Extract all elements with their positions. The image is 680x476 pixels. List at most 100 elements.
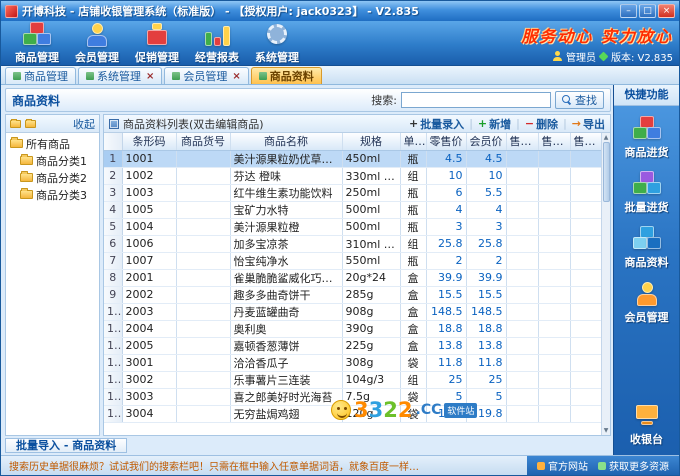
column-header[interactable]: 商品货号 bbox=[176, 133, 231, 151]
table-body: 1 1001 美汁源果粒奶优草莓味 450ml 瓶 4.5 4.5 2 1002 芬达 橙味 330… bbox=[104, 150, 603, 423]
tab-item[interactable]: 会员管理 × bbox=[164, 67, 249, 84]
watermark-letter: 2 bbox=[397, 398, 413, 422]
action-button[interactable]: + 新增 bbox=[478, 116, 511, 132]
action-label: 新增 bbox=[489, 117, 512, 131]
toolbar-item[interactable]: 促销管理 bbox=[127, 21, 187, 65]
table-row[interactable]: 14 3002 乐事薯片三连装 104g/3 组 25 25 bbox=[104, 371, 603, 389]
tab-icon bbox=[258, 72, 267, 80]
table-row[interactable]: 4 1005 宝矿力水特 500ml 瓶 4 4 bbox=[104, 201, 603, 219]
column-header[interactable]: 会员价 bbox=[466, 133, 507, 151]
search-area: 搜索: 查找 bbox=[371, 91, 604, 109]
collapse-button[interactable]: 收起 bbox=[73, 116, 95, 132]
toolbar-item[interactable]: 经营报表 bbox=[187, 21, 247, 65]
cell: 2002 bbox=[122, 286, 177, 304]
cell: 3003 bbox=[122, 388, 177, 406]
cell: 308g bbox=[342, 354, 401, 372]
table-wrap: 条形码商品货号商品名称规格单位零售价会员价售价二售价三售价四 11001 美汁源果… bbox=[104, 133, 610, 435]
table-row[interactable]: 13 3001 洽洽香瓜子 308g 袋 11.8 11.8 bbox=[104, 354, 603, 372]
scroll-up-icon[interactable]: ▲ bbox=[604, 133, 609, 142]
tab-close-icon[interactable]: × bbox=[232, 71, 240, 82]
scroll-down-icon[interactable]: ▼ bbox=[604, 426, 609, 435]
sidebar-item[interactable]: 商品资料 bbox=[614, 226, 679, 270]
tree-item[interactable]: 所有商品 bbox=[6, 135, 99, 152]
cell bbox=[538, 167, 571, 185]
action-button[interactable]: + 批量录入 bbox=[409, 116, 464, 132]
cell bbox=[538, 150, 571, 168]
toolbar-item[interactable]: 系统管理 bbox=[247, 21, 307, 65]
cell: 4.5 bbox=[466, 150, 507, 168]
cell bbox=[570, 150, 603, 168]
action-label: 批量录入 bbox=[420, 117, 465, 131]
action-button[interactable]: − 删除 bbox=[525, 116, 558, 132]
column-header[interactable]: 条形码 bbox=[122, 133, 177, 151]
table-row[interactable]: 7 1007 怡宝纯净水 550ml 瓶 2 2 bbox=[104, 252, 603, 270]
row-number: 1 bbox=[104, 150, 123, 168]
tab-item[interactable]: 系统管理 × bbox=[78, 67, 163, 84]
cell: 2005 bbox=[122, 337, 177, 355]
sidebar-item[interactable]: 商品进货 bbox=[614, 116, 679, 160]
admin-user-label[interactable]: 管理员 bbox=[566, 49, 596, 64]
column-header[interactable]: 规格 bbox=[342, 133, 401, 151]
tree-toolbar: 收起 bbox=[6, 115, 99, 133]
table-row[interactable]: 3 1003 红牛维生素功能饮料 250ml 瓶 6 5.5 bbox=[104, 184, 603, 202]
status-link[interactable]: 获取更多资源 bbox=[598, 458, 669, 473]
tab-close-icon[interactable]: × bbox=[146, 71, 154, 82]
cell: 500ml bbox=[342, 218, 401, 236]
column-header[interactable]: 售价二 bbox=[506, 133, 539, 151]
column-header[interactable]: 单位 bbox=[400, 133, 427, 151]
purchase-boxes-icon bbox=[632, 116, 662, 142]
batch-import-tab[interactable]: 批量导入 - 商品资料 bbox=[5, 438, 128, 453]
maximize-button[interactable]: □ bbox=[639, 4, 656, 18]
tree-item[interactable]: 商品分类2 bbox=[6, 169, 99, 186]
tab-item[interactable]: 商品管理 bbox=[5, 67, 76, 84]
table-row[interactable]: 11 2004 奥利奥 390g 盒 18.8 18.8 bbox=[104, 320, 603, 338]
status-links: 官方网站 获取更多资源 bbox=[527, 456, 679, 475]
close-button[interactable]: × bbox=[658, 4, 675, 18]
table-row[interactable]: 12 2005 嘉顿香葱薄饼 225g 盒 13.8 13.8 bbox=[104, 337, 603, 355]
table-caption-bar: 商品资料列表(双击编辑商品) + 批量录入 | + 新增 | − 删除 | → 导出 bbox=[104, 115, 610, 133]
cell bbox=[570, 252, 603, 270]
table-row[interactable]: 9 2002 趣多多曲奇饼干 285g 盒 15.5 15.5 bbox=[104, 286, 603, 304]
table-row[interactable]: 10 2003 丹麦蓝罐曲奇 908g 盒 148.5 148.5 bbox=[104, 303, 603, 321]
sidebar-item[interactable]: 会员管理 bbox=[614, 281, 679, 325]
cell bbox=[570, 218, 603, 236]
table-row[interactable]: 1 1001 美汁源果粒奶优草莓味 450ml 瓶 4.5 4.5 bbox=[104, 150, 603, 168]
cell: 美汁源果粒橙 bbox=[230, 218, 343, 236]
new-folder-icon[interactable] bbox=[25, 118, 36, 128]
tab-label: 系统管理 bbox=[97, 70, 141, 83]
body-row: 收起 所有商品 商品分类1 商品分类2 商品分类3 商品资料列表(双击编辑商品) + 批… bbox=[5, 114, 611, 436]
status-link[interactable]: 官方网站 bbox=[537, 458, 588, 473]
table-row[interactable]: 61006加多宝凉茶310ml X 6罐组25.825.8 bbox=[104, 235, 603, 253]
row-number: 8 bbox=[104, 269, 123, 287]
window-controls: – □ × bbox=[620, 4, 675, 18]
expand-all-folder-icon[interactable] bbox=[10, 118, 21, 128]
vertical-scrollbar[interactable]: ▲ ▼ bbox=[601, 133, 610, 435]
cell: 4 bbox=[426, 201, 467, 219]
cell: 10 bbox=[426, 167, 467, 185]
plus-dark-icon: + bbox=[408, 117, 419, 130]
table-row[interactable]: 8 2001 雀巢脆脆鲨威化巧克力 20g*24 盒 39.9 39.9 bbox=[104, 269, 603, 287]
search-input[interactable] bbox=[401, 92, 551, 108]
column-header[interactable]: 售价三 bbox=[538, 133, 571, 151]
column-header[interactable]: 零售价 bbox=[426, 133, 467, 151]
tree-item[interactable]: 商品分类3 bbox=[6, 186, 99, 203]
sidebar-item[interactable]: 收银台 bbox=[614, 403, 679, 447]
column-header[interactable]: 售价四 bbox=[570, 133, 603, 151]
minimize-button[interactable]: – bbox=[620, 4, 637, 18]
cell bbox=[506, 388, 539, 406]
find-button[interactable]: 查找 bbox=[555, 91, 604, 109]
product-info-icon bbox=[632, 226, 662, 252]
scroll-thumb[interactable] bbox=[602, 142, 610, 202]
sidebar-item[interactable]: 批量进货 bbox=[614, 171, 679, 215]
column-header[interactable]: 商品名称 bbox=[230, 133, 343, 151]
tab-item[interactable]: 商品资料 bbox=[250, 67, 322, 84]
table-header-row: 条形码商品货号商品名称规格单位零售价会员价售价二售价三售价四 bbox=[104, 133, 603, 151]
table-row[interactable]: 21002芬达 橙味330ml X 6罐组1010 bbox=[104, 167, 603, 185]
action-button[interactable]: → 导出 bbox=[572, 116, 605, 132]
tree-item[interactable]: 商品分类1 bbox=[6, 152, 99, 169]
cell: 3 bbox=[426, 218, 467, 236]
watermark: 3322 .CC 软件站 bbox=[331, 398, 478, 422]
toolbar-item[interactable]: 会员管理 bbox=[67, 21, 127, 65]
toolbar-item[interactable]: 商品管理 bbox=[7, 21, 67, 65]
table-row[interactable]: 5 1004 美汁源果粒橙 500ml 瓶 3 3 bbox=[104, 218, 603, 236]
